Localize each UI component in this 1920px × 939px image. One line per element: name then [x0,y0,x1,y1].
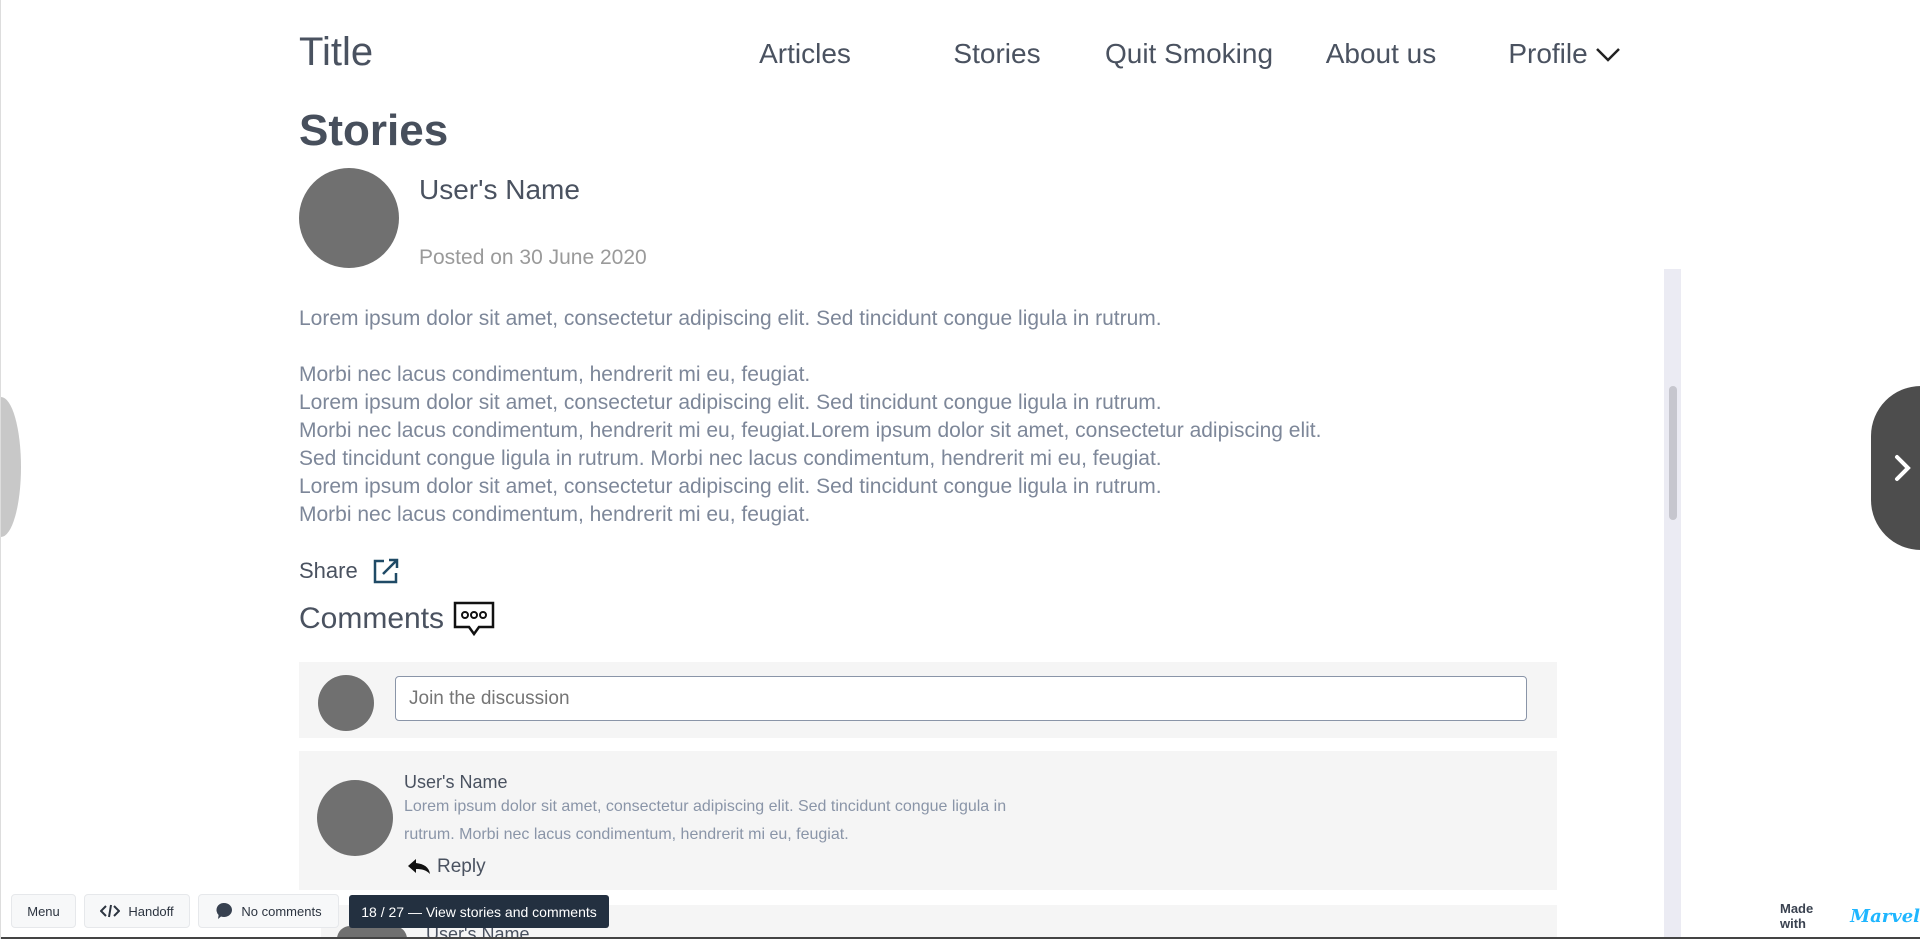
post-author: User's Name [419,174,580,205]
marvel-logo: Marvel [1850,905,1920,927]
comments-label: No comments [241,903,322,919]
scrollbar-track[interactable] [1664,269,1681,939]
comments-heading: Comments [299,600,496,638]
comment-input[interactable] [395,676,1527,721]
menu-button[interactable]: Menu [11,894,76,928]
external-link-icon [373,558,398,584]
chevron-right-icon [1895,455,1911,481]
scrollbar-thumb[interactable] [1669,386,1677,520]
made-with-label: Made with [1780,901,1814,931]
post-body: Lorem ipsum dolor sit amet, consectetur … [299,307,1322,526]
site-title[interactable]: Title [299,30,373,75]
code-icon [100,904,121,918]
handoff-button[interactable]: Handoff [84,894,190,928]
previous-screen-button[interactable] [1,397,21,537]
post-date: Posted on 30 June 2020 [419,246,647,269]
speech-bubble-icon [453,601,495,637]
share-label: Share [299,558,358,583]
avatar [318,675,374,731]
avatar [299,168,399,268]
nav-about-us[interactable]: About us [1326,38,1437,70]
comments-button[interactable]: No comments [198,894,339,928]
handoff-label: Handoff [128,903,174,919]
reply-button[interactable]: Reply [407,856,486,878]
page-title: Stories [299,106,449,155]
menu-label: Menu [27,903,60,919]
comments-heading-label: Comments [299,602,445,635]
comment-text-line: rutrum. Morbi nec lacus condimentum, hen… [404,826,849,843]
nav-quit-smoking[interactable]: Quit Smoking [1105,38,1273,70]
reply-label: Reply [437,856,486,877]
tooltip: 18 / 27 — View stories and comments [349,895,609,928]
avatar [317,780,393,856]
share-button[interactable]: Share [299,557,400,585]
nav-stories[interactable]: Stories [953,38,1040,70]
comment-text-line: Lorem ipsum dolor sit amet, consectetur … [404,798,1007,815]
reply-arrow-icon [408,859,430,874]
comment-author: User's Name [404,772,508,792]
made-with-marvel[interactable]: Made with Marvel [1780,901,1920,931]
chevron-down-icon[interactable] [1595,47,1621,63]
nav-articles[interactable]: Articles [759,38,851,70]
comment-bubble-icon [216,902,233,919]
nav-profile[interactable]: Profile [1508,38,1587,70]
